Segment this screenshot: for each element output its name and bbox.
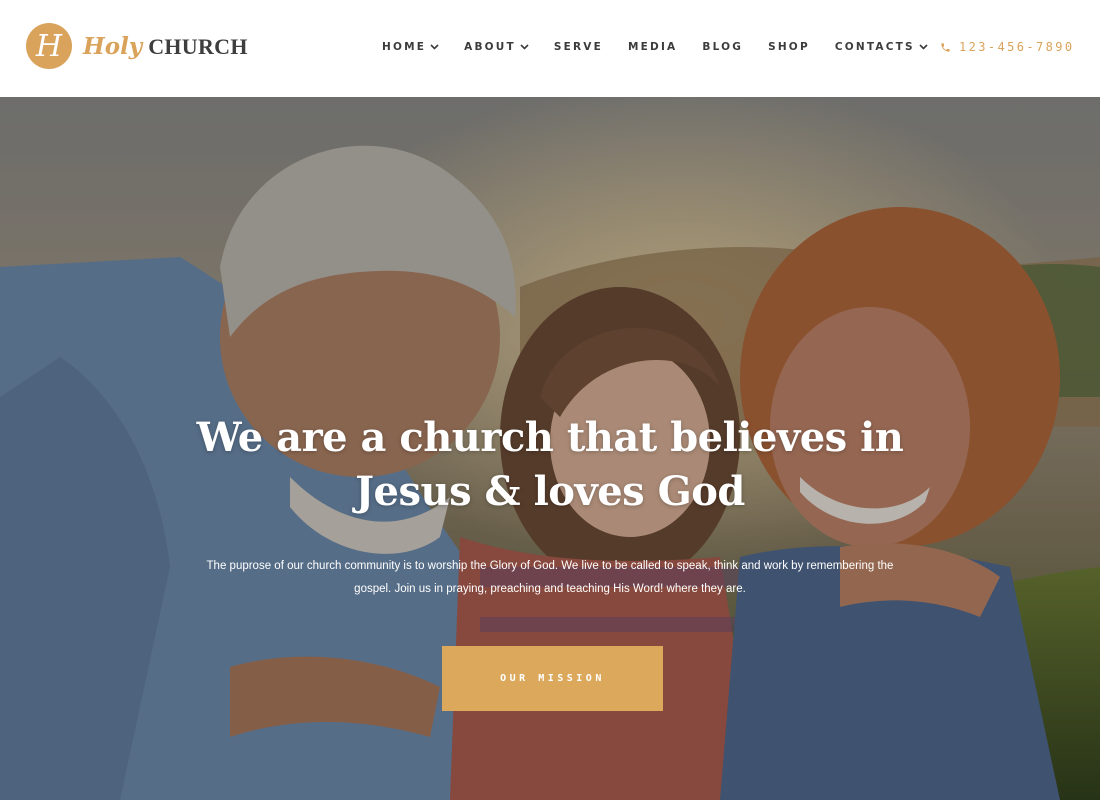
nav-item-label: HOME bbox=[382, 41, 427, 53]
nav-item-home[interactable]: HOME bbox=[382, 39, 439, 55]
nav-item-contacts[interactable]: CONTACTS bbox=[835, 39, 928, 55]
chevron-down-icon bbox=[919, 44, 928, 50]
nav-item-about[interactable]: ABOUT bbox=[464, 39, 529, 55]
site-logo[interactable]: H Holy CHURCH bbox=[26, 23, 248, 69]
hero-heading-line-2: Jesus & loves God bbox=[355, 468, 745, 515]
nav-item-media[interactable]: MEDIA bbox=[628, 39, 677, 55]
site-header: H Holy CHURCH HOME ABOUT SERVE MEDIA BLO… bbox=[0, 0, 1100, 97]
logo-caps-word: CHURCH bbox=[148, 33, 248, 59]
logo-monogram-letter: H bbox=[35, 29, 63, 64]
hero-heading: We are a church that believes in Jesus &… bbox=[150, 411, 950, 519]
nav-item-label: SERVE bbox=[553, 41, 604, 53]
chevron-down-icon bbox=[430, 44, 439, 50]
nav-item-blog[interactable]: BLOG bbox=[702, 39, 743, 55]
hero-description: The puprose of our church community is t… bbox=[180, 555, 920, 601]
main-nav: HOME ABOUT SERVE MEDIA BLOG SHOP CONTACT… bbox=[382, 39, 953, 55]
hero-section: We are a church that believes in Jesus &… bbox=[0, 97, 1100, 800]
logo-script-word: Holy bbox=[83, 32, 143, 60]
logo-monogram-icon: H bbox=[26, 23, 72, 69]
phone-number: 123-456-7890 bbox=[959, 40, 1075, 54]
nav-item-label: ABOUT bbox=[464, 41, 516, 53]
hero-description-line-1: The puprose of our church community is t… bbox=[206, 560, 894, 572]
hero-description-line-2: gospel. Join us in praying, preaching an… bbox=[354, 583, 746, 595]
nav-item-serve[interactable]: SERVE bbox=[554, 39, 603, 55]
hero-heading-line-1: We are a church that believes in bbox=[196, 414, 904, 461]
our-mission-button[interactable]: OUR MISSION bbox=[442, 646, 663, 711]
nav-item-label: CONTACTS bbox=[834, 41, 915, 53]
nav-item-label: BLOG bbox=[702, 41, 744, 53]
logo-wordmark: Holy CHURCH bbox=[83, 33, 248, 60]
phone-icon bbox=[941, 42, 950, 52]
chevron-down-icon bbox=[520, 44, 529, 50]
nav-item-shop[interactable]: SHOP bbox=[768, 39, 810, 55]
nav-item-label: SHOP bbox=[768, 41, 810, 53]
nav-item-label: MEDIA bbox=[628, 41, 678, 53]
header-phone-link[interactable]: 123-456-7890 bbox=[940, 39, 1075, 55]
